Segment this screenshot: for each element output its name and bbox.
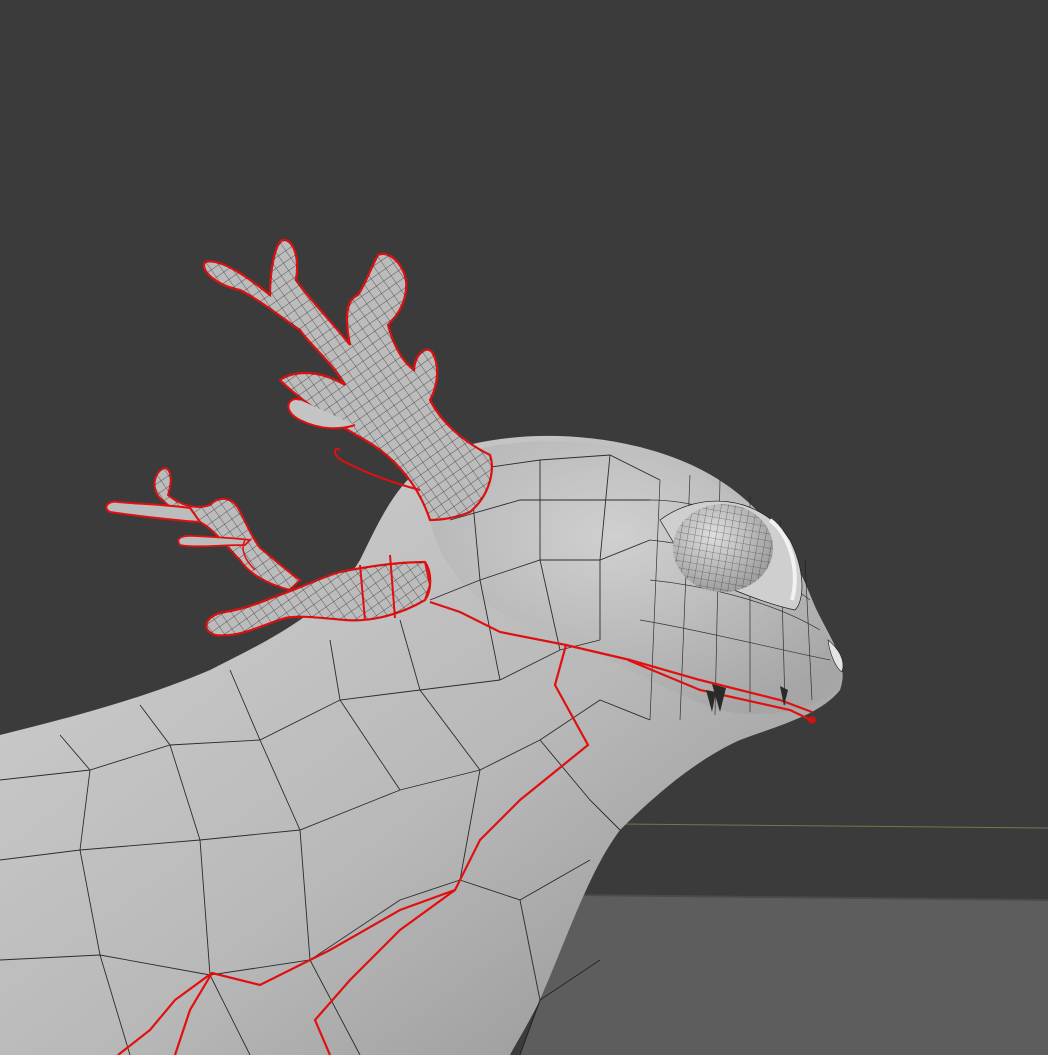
antler-large-mesh[interactable] bbox=[202, 238, 493, 522]
floor-plane bbox=[520, 894, 1048, 1055]
horizon-axis-line bbox=[619, 823, 1048, 829]
3d-viewport[interactable] bbox=[0, 0, 1048, 1055]
